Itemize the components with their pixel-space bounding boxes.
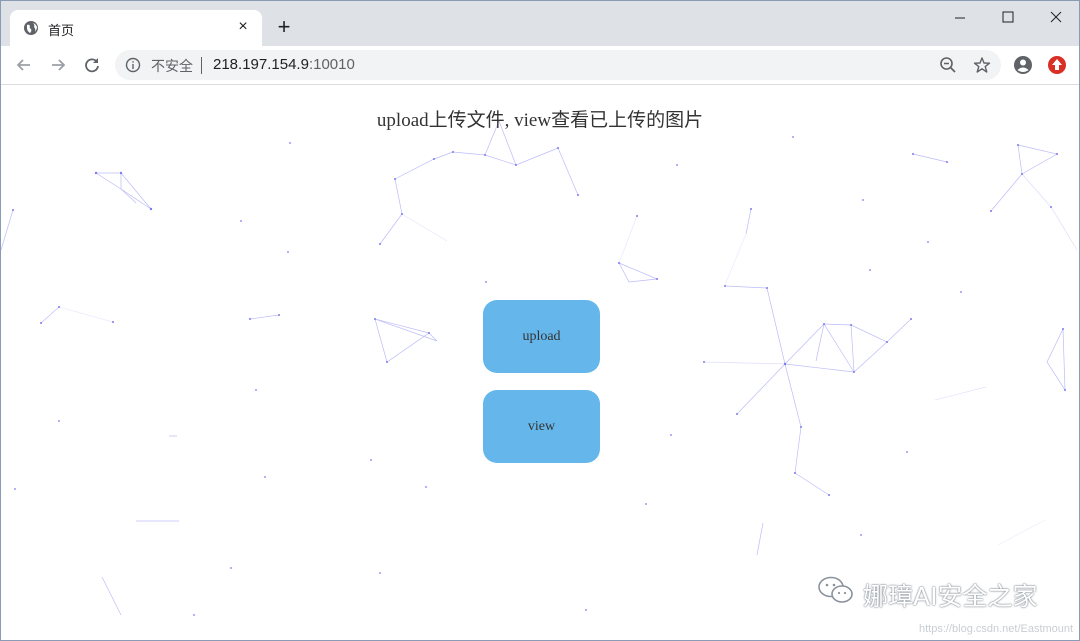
security-status[interactable]: 不安全 (151, 56, 193, 76)
arrow-right-icon[interactable] (47, 54, 69, 76)
upload-button[interactable]: upload (483, 300, 600, 373)
address-bar[interactable]: 不安全 218.197.154.9:10010 (115, 50, 1001, 80)
url-host: 218.197.154.9 (213, 56, 309, 73)
tab-strip: 首页 × + (1, 1, 1079, 46)
browser-window: 首页 × + 不安全 218.197.154.9:10010 upload上传文… (0, 0, 1080, 641)
globe-icon (23, 20, 39, 36)
minimize-icon[interactable] (937, 5, 983, 31)
url-text[interactable]: 218.197.154.9:10010 (213, 56, 355, 73)
maximize-icon[interactable] (985, 5, 1031, 31)
browser-toolbar: 不安全 218.197.154.9:10010 (1, 46, 1079, 85)
wechat-icon (816, 575, 856, 605)
tab-title: 首页 (48, 24, 75, 39)
update-icon[interactable] (1046, 54, 1068, 76)
account-icon[interactable] (1012, 54, 1034, 76)
close-icon[interactable] (1033, 5, 1079, 31)
star-icon[interactable] (973, 56, 991, 74)
arrow-left-icon[interactable] (13, 54, 35, 76)
reload-icon[interactable] (81, 54, 103, 76)
view-button[interactable]: view (483, 390, 600, 463)
new-tab-button[interactable]: + (273, 16, 295, 38)
tab-close-icon[interactable]: × (234, 18, 252, 36)
page-content: upload上传文件, view查看已上传的图片 upload view 娜璋A… (1, 85, 1079, 640)
zoom-out-icon[interactable] (939, 56, 957, 74)
tab-home[interactable]: 首页 × (10, 10, 262, 46)
watermark-text: 娜璋AI安全之家 (863, 582, 1038, 611)
url-port: :10010 (308, 56, 355, 73)
page-title: upload上传文件, view查看已上传的图片 (376, 110, 704, 131)
info-icon[interactable] (125, 57, 141, 73)
source-url: https://blog.csdn.net/Eastmount (919, 623, 1074, 635)
divider (201, 57, 202, 74)
